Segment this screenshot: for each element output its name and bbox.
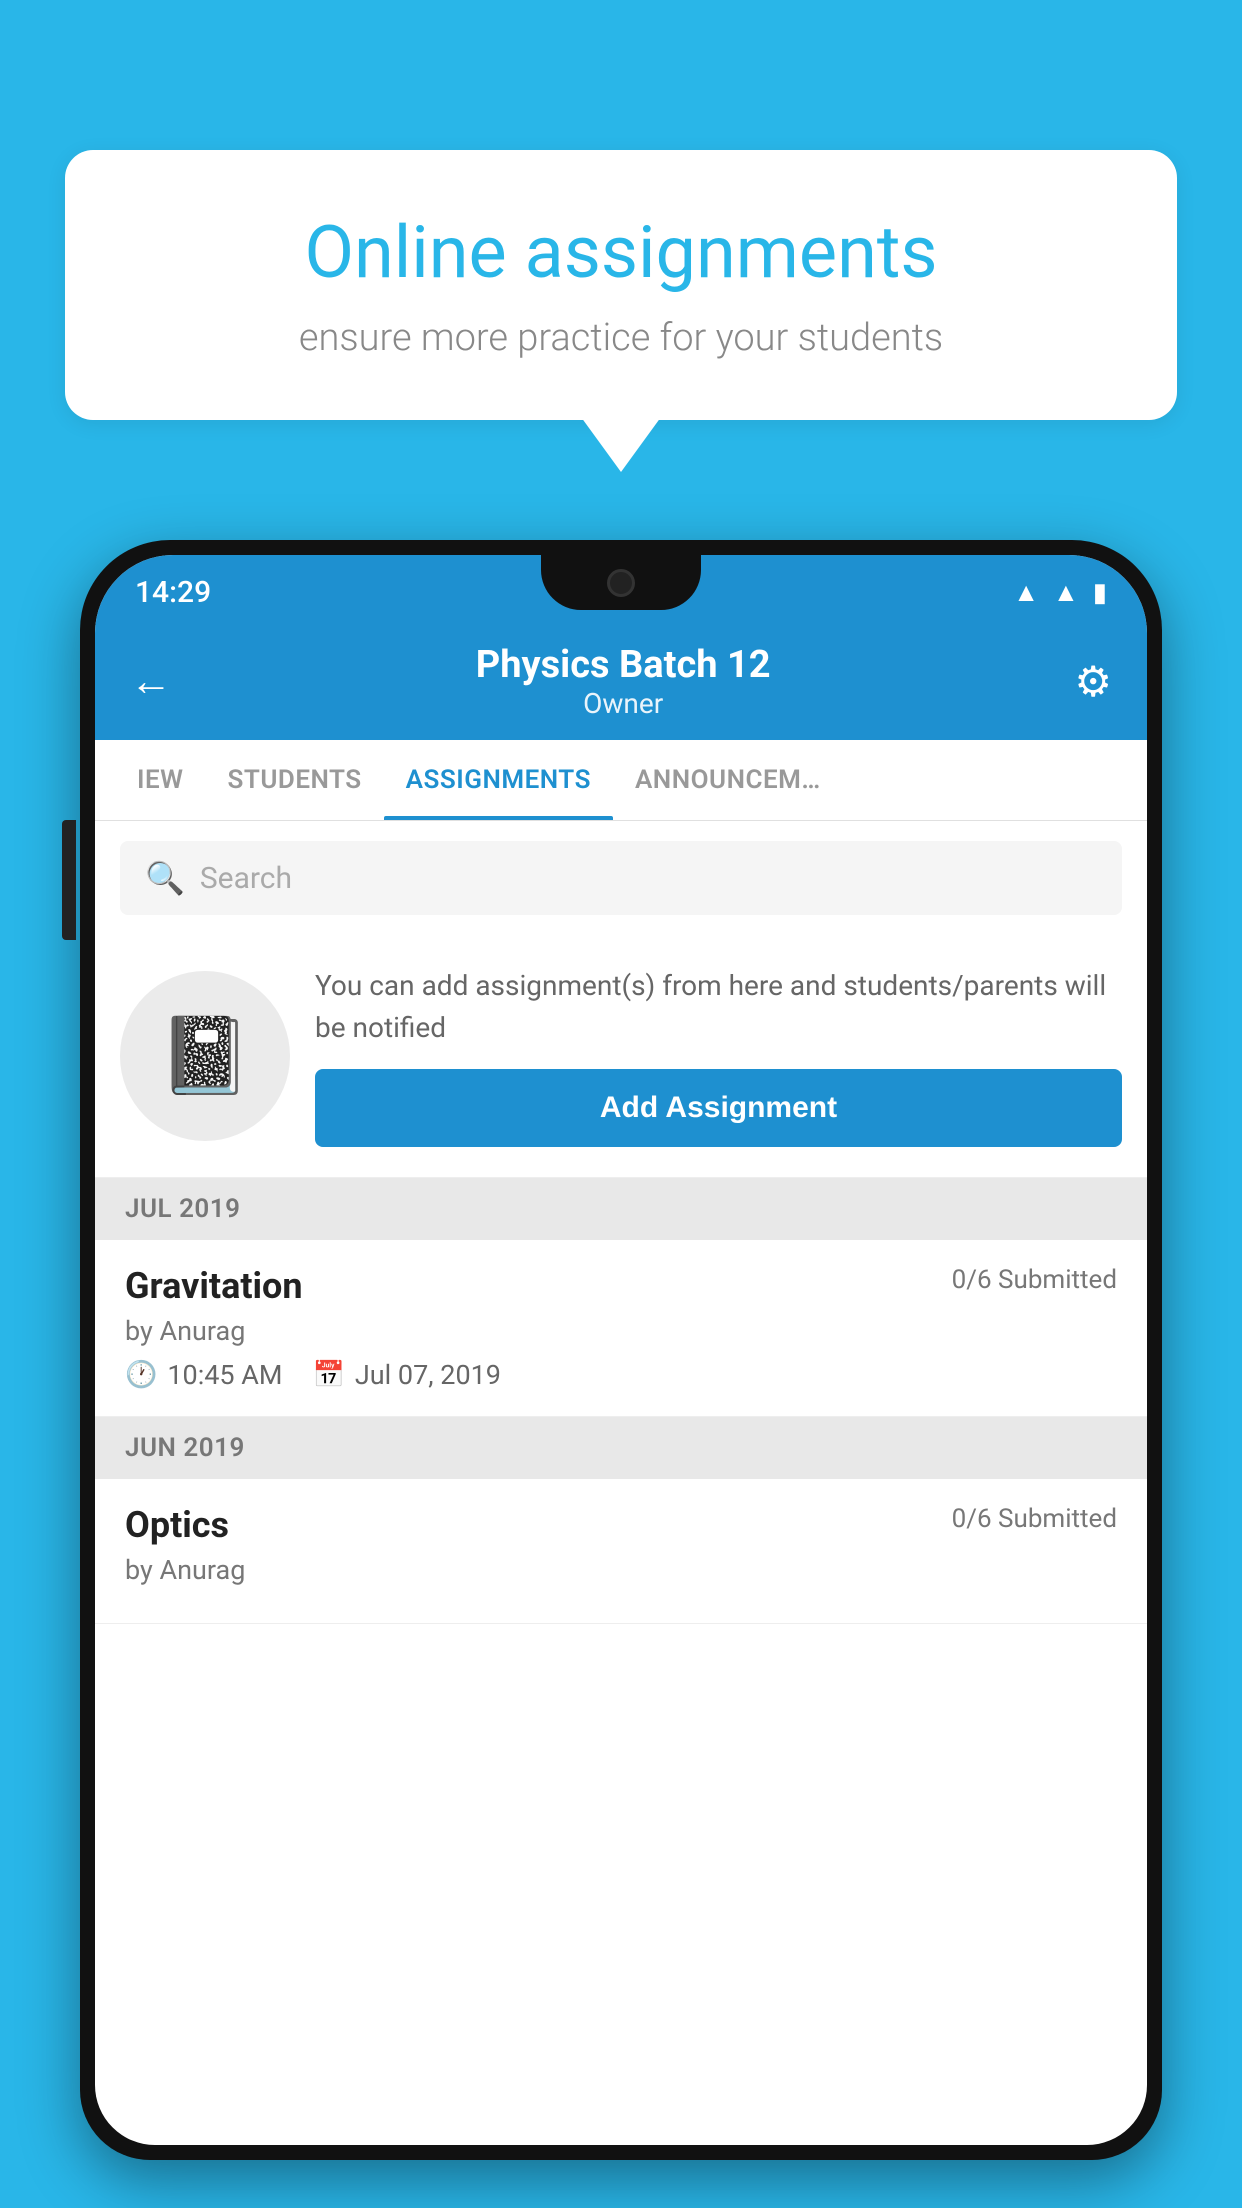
phone-container: 14:29 ▲ ▲ ▮ ← Physics Batch 12 Owner ⚙ [80,540,1162,2208]
assignment-top: Gravitation 0/6 Submitted [125,1265,1117,1307]
header-center: Physics Batch 12 Owner [476,643,771,720]
optics-top: Optics 0/6 Submitted [125,1504,1117,1546]
phone-outer: 14:29 ▲ ▲ ▮ ← Physics Batch 12 Owner ⚙ [80,540,1162,2160]
speech-bubble-title: Online assignments [135,210,1107,296]
speech-bubble-subtitle: ensure more practice for your students [135,316,1107,360]
app-header: ← Physics Batch 12 Owner ⚙ [95,625,1147,740]
status-icons: ▲ ▲ ▮ [1013,577,1107,608]
promo-text: You can add assignment(s) from here and … [315,965,1122,1049]
tab-students[interactable]: STUDENTS [205,740,383,820]
header-subtitle: Owner [476,687,771,720]
back-button[interactable]: ← [130,661,172,703]
search-container: 🔍 Search [95,821,1147,935]
phone-inner: 14:29 ▲ ▲ ▮ ← Physics Batch 12 Owner ⚙ [95,555,1147,2145]
assignment-item-gravitation[interactable]: Gravitation 0/6 Submitted by Anurag 🕐 10… [95,1240,1147,1417]
assignment-promo: 📓 You can add assignment(s) from here an… [95,935,1147,1178]
promo-right: You can add assignment(s) from here and … [315,965,1122,1147]
battery-icon: ▮ [1093,578,1107,608]
search-placeholder: Search [200,861,292,896]
assignment-submitted: 0/6 Submitted [952,1265,1117,1295]
notebook-icon: 📓 [158,1012,251,1100]
camera [607,569,635,597]
status-time: 14:29 [135,575,211,610]
assignment-date: 📅 Jul 07, 2019 [313,1359,501,1391]
section-header-jul: JUL 2019 [95,1178,1147,1240]
settings-icon[interactable]: ⚙ [1074,657,1112,707]
header-title: Physics Batch 12 [476,643,771,687]
calendar-icon: 📅 [313,1360,345,1390]
tab-assignments[interactable]: ASSIGNMENTS [384,740,613,820]
assignment-item-optics[interactable]: Optics 0/6 Submitted by Anurag [95,1479,1147,1624]
promo-icon-circle: 📓 [120,971,290,1141]
optics-name: Optics [125,1504,229,1546]
tab-announcements[interactable]: ANNOUNCEM… [613,740,843,820]
phone-notch [541,555,701,610]
assignment-time: 🕐 10:45 AM [125,1359,283,1391]
add-assignment-button[interactable]: Add Assignment [315,1069,1122,1147]
assignment-by: by Anurag [125,1315,1117,1347]
assignment-name: Gravitation [125,1265,303,1307]
assignment-meta: 🕐 10:45 AM 📅 Jul 07, 2019 [125,1359,1117,1391]
search-icon: 🔍 [145,859,185,897]
optics-by: by Anurag [125,1554,1117,1586]
clock-icon: 🕐 [125,1360,157,1390]
tab-iew[interactable]: IEW [115,740,205,820]
speech-bubble-container: Online assignments ensure more practice … [65,150,1177,420]
wifi-icon: ▲ [1013,577,1039,608]
tabs-bar: IEW STUDENTS ASSIGNMENTS ANNOUNCEM… [95,740,1147,821]
speech-bubble: Online assignments ensure more practice … [65,150,1177,420]
search-input-wrap[interactable]: 🔍 Search [120,841,1122,915]
optics-submitted: 0/6 Submitted [952,1504,1117,1534]
section-header-jun: JUN 2019 [95,1417,1147,1479]
signal-icon: ▲ [1053,577,1079,608]
